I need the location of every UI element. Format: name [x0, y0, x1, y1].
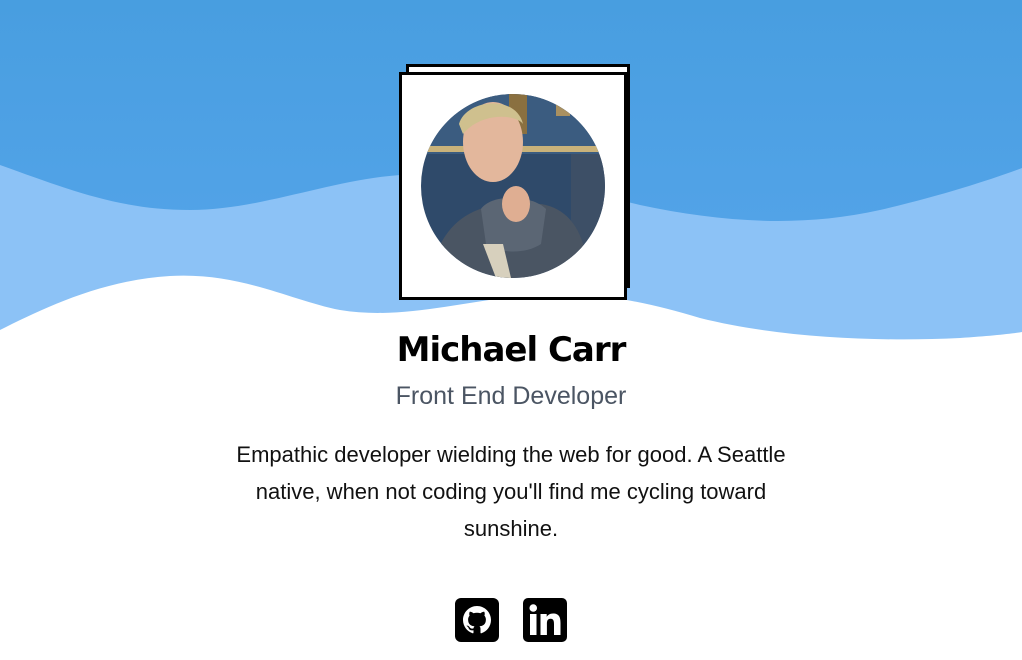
- linkedin-icon: [523, 598, 567, 642]
- social-links: [0, 598, 1022, 642]
- profile-role: Front End Developer: [395, 382, 627, 410]
- photo-frame: [399, 72, 627, 300]
- github-icon: [455, 598, 499, 642]
- avatar-photo: [421, 94, 605, 278]
- linkedin-link[interactable]: [523, 598, 567, 642]
- profile-bio: Empathic developer wielding the web for …: [236, 442, 786, 541]
- github-link[interactable]: [455, 598, 499, 642]
- profile-page: Michael Carr Front End Developer Empathi…: [0, 0, 1022, 660]
- avatar: [421, 94, 605, 278]
- profile-name: Michael Carr: [396, 330, 627, 370]
